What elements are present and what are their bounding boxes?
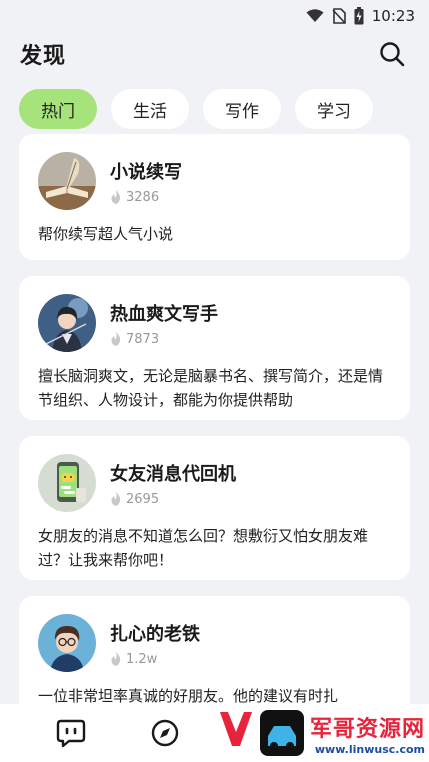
bot-description: 帮你续写超人气小说 — [38, 225, 174, 243]
bot-name: 女友消息代回机 — [110, 463, 236, 485]
status-bar: 10:23 — [0, 0, 429, 32]
heat-count: 3286 — [110, 190, 182, 205]
bot-card-novel-continue[interactable]: 小说续写 3286 帮你续写超人气小说 — [19, 134, 410, 260]
bot-name: 热血爽文写手 — [110, 303, 218, 325]
watermark-logo-icon — [219, 710, 304, 756]
watermark-url: www.linwusc.com — [314, 742, 425, 756]
bot-name: 小说续写 — [110, 161, 182, 183]
tab-writing[interactable]: 写作 — [203, 89, 281, 129]
heat-count: 1.2w — [110, 652, 200, 667]
watermark: 军哥资源网 www.linwusc.com — [216, 706, 425, 760]
no-sim-icon — [332, 8, 346, 24]
battery-charging-icon — [354, 7, 364, 25]
nav-discover[interactable] — [148, 716, 182, 750]
chat-icon — [56, 719, 86, 748]
bot-card-girlfriend-reply[interactable]: 女友消息代回机 2695 女朋友的消息不知道怎么回？想敷衍又怕女朋友难过？让我来… — [19, 436, 410, 580]
bot-card-hot-blooded-writer[interactable]: 热血爽文写手 7873 擅长脑洞爽文，无论是脑暴书名、撰写简介，还是情节组织、人… — [19, 276, 410, 420]
watermark-text: 军哥资源网 — [309, 716, 425, 742]
swordsman-avatar — [38, 294, 96, 352]
header: 发现 — [0, 32, 429, 76]
bot-list: 小说续写 3286 帮你续写超人气小说 热血爽文写手 7873 擅长脑洞爽文，无… — [0, 134, 429, 736]
tab-hot[interactable]: 热门 — [19, 89, 97, 129]
search-icon — [380, 42, 405, 67]
tab-study[interactable]: 学习 — [295, 89, 373, 129]
discover-icon — [151, 719, 179, 747]
heat-count: 2695 — [110, 492, 236, 507]
category-tabs: 热门 生活 写作 学习 — [0, 76, 429, 134]
tab-life[interactable]: 生活 — [111, 89, 189, 129]
flame-icon — [111, 190, 121, 204]
wifi-icon — [306, 9, 324, 22]
heat-count: 7873 — [110, 332, 218, 347]
search-button[interactable] — [377, 39, 407, 69]
nav-chat[interactable] — [54, 716, 88, 750]
page-title: 发现 — [20, 44, 67, 69]
boy-glasses-avatar — [38, 614, 96, 672]
phone-chat-avatar — [38, 454, 96, 512]
bot-description: 擅长脑洞爽文，无论是脑暴书名、撰写简介，还是情节组织、人物设计，都能为你提供帮助 — [38, 367, 384, 409]
quill-book-avatar — [38, 152, 96, 210]
bot-description: 女朋友的消息不知道怎么回？想敷衍又怕女朋友难过？让我来帮你吧！ — [38, 527, 369, 569]
bot-name: 扎心的老铁 — [110, 623, 200, 645]
status-time: 10:23 — [371, 7, 415, 25]
flame-icon — [111, 492, 121, 506]
flame-icon — [111, 332, 121, 346]
flame-icon — [111, 652, 121, 666]
